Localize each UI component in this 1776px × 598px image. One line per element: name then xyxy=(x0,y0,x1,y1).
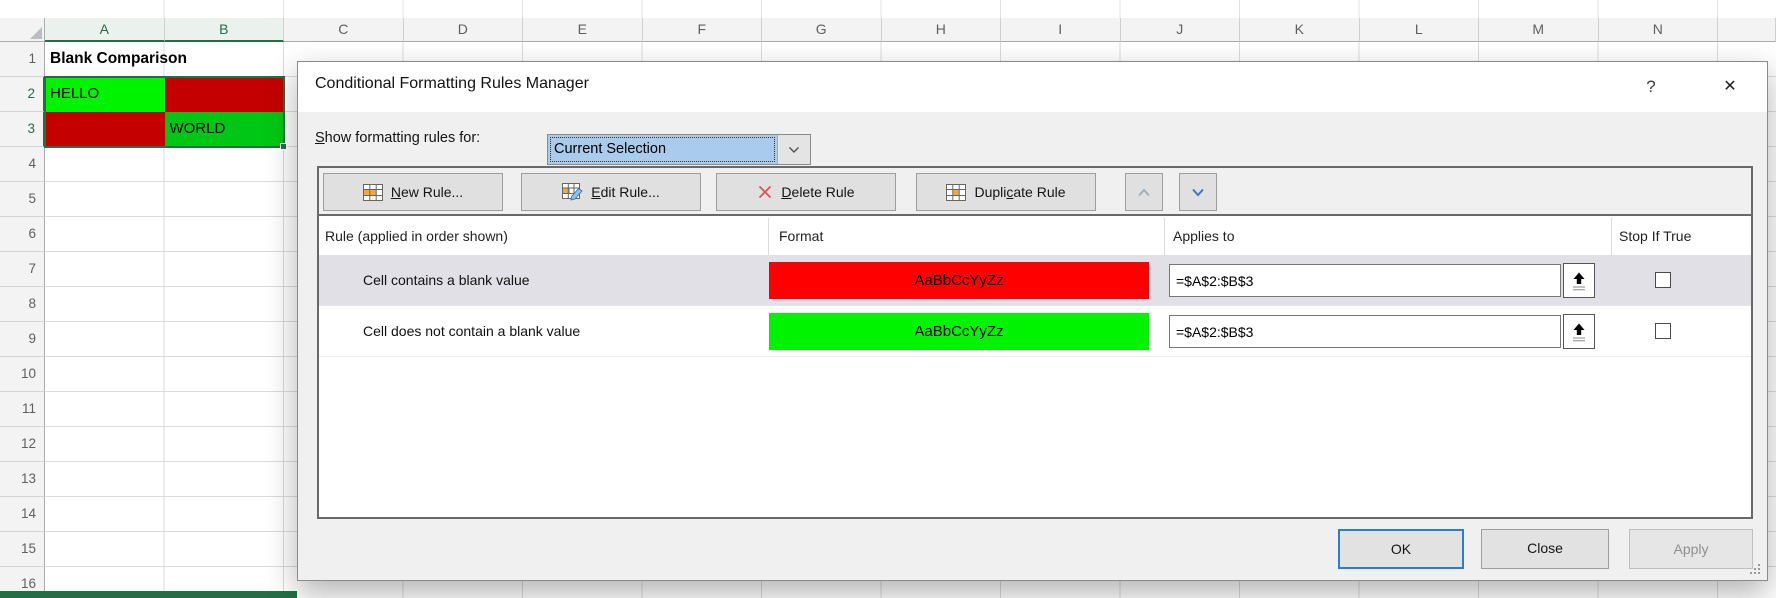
column-header-b[interactable]: B xyxy=(165,18,285,42)
column-header-j[interactable]: J xyxy=(1121,18,1241,42)
column-header-rule: Rule (applied in order shown) xyxy=(325,228,508,244)
row-header-10[interactable]: 10 xyxy=(0,357,45,392)
rule-name: Cell contains a blank value xyxy=(363,255,530,306)
formula-bar-edge xyxy=(45,0,1776,18)
column-header-a[interactable]: A xyxy=(45,18,165,42)
edit-rule-button[interactable]: Edit Rule... xyxy=(521,173,701,211)
delete-rule-x-icon xyxy=(757,184,773,200)
rule-name: Cell does not contain a blank value xyxy=(363,306,580,357)
column-header-n[interactable]: N xyxy=(1599,18,1719,42)
row-header-4[interactable]: 4 xyxy=(0,147,45,182)
column-header-i[interactable]: I xyxy=(1001,18,1121,42)
select-all-triangle-icon xyxy=(30,27,42,39)
rules-toolbar: New Rule... Edit Rule... Delete Rule Dup… xyxy=(319,168,1751,216)
rule-row-blank[interactable]: Cell contains a blank value AaBbCcYyZz xyxy=(319,255,1751,306)
column-header-applies-to: Applies to xyxy=(1173,228,1234,244)
column-headers: A B C D E F G H I J K L M N xyxy=(45,18,1776,42)
column-header-stop-if-true: Stop If True xyxy=(1619,228,1691,244)
apply-button[interactable]: Apply xyxy=(1629,529,1753,569)
column-header-format: Format xyxy=(779,228,823,244)
row-header-6[interactable]: 6 xyxy=(0,217,45,252)
format-preview: AaBbCcYyZz xyxy=(769,313,1149,350)
new-rule-label: New Rule... xyxy=(391,184,463,200)
stop-if-true-checkbox[interactable] xyxy=(1655,323,1671,339)
resize-grip[interactable] xyxy=(1750,564,1762,576)
chevron-down-icon xyxy=(1191,188,1205,197)
edit-rule-table-pencil-icon xyxy=(562,183,583,201)
row-header-7[interactable]: 7 xyxy=(0,252,45,287)
column-header-e[interactable]: E xyxy=(523,18,643,42)
conditional-formatting-rules-manager-dialog: Conditional Formatting Rules Manager ? ✕… xyxy=(297,61,1768,581)
row-header-13[interactable]: 13 xyxy=(0,462,45,497)
duplicate-rule-button[interactable]: Duplicate Rule xyxy=(916,173,1096,211)
select-all-corner[interactable] xyxy=(0,18,45,42)
row-header-2[interactable]: 2 xyxy=(0,77,45,112)
row-header-15[interactable]: 15 xyxy=(0,532,45,567)
rules-list: Rule (applied in order shown) Format App… xyxy=(319,218,1751,517)
applies-to-input[interactable] xyxy=(1169,264,1561,297)
delete-rule-label: Delete Rule xyxy=(781,184,854,200)
column-header-d[interactable]: D xyxy=(404,18,524,42)
dialog-titlebar: Conditional Formatting Rules Manager ? ✕ xyxy=(298,62,1767,112)
rule-row-not-blank[interactable]: Cell does not contain a blank value AaBb… xyxy=(319,306,1751,357)
duplicate-rule-table-icon xyxy=(946,184,966,201)
rules-for-combobox: Current Selection xyxy=(547,134,811,165)
row-header-8[interactable]: 8 xyxy=(0,287,45,322)
cell-a2[interactable]: HELLO xyxy=(45,77,165,112)
collapse-dialog-icon xyxy=(1570,271,1588,291)
applies-to-input[interactable] xyxy=(1169,315,1561,348)
new-rule-button[interactable]: New Rule... xyxy=(323,173,503,211)
column-header-k[interactable]: K xyxy=(1240,18,1360,42)
collapse-dialog-button[interactable] xyxy=(1563,263,1595,298)
rules-for-combobox-dropdown-button[interactable] xyxy=(777,135,810,164)
close-button[interactable]: Close xyxy=(1481,529,1609,569)
help-icon[interactable]: ? xyxy=(1634,71,1668,103)
row-header-12[interactable]: 12 xyxy=(0,427,45,462)
column-header-overflow xyxy=(1718,18,1776,42)
cell-b3[interactable]: WORLD xyxy=(165,112,285,147)
dialog-title: Conditional Formatting Rules Manager xyxy=(315,75,589,93)
close-icon[interactable]: ✕ xyxy=(1713,71,1747,103)
chevron-down-icon xyxy=(788,146,800,154)
row-headers: 1 2 3 4 5 6 7 8 9 10 11 12 13 14 15 16 xyxy=(0,42,45,598)
move-up-button[interactable] xyxy=(1125,173,1163,211)
edit-rule-label: Edit Rule... xyxy=(591,184,659,200)
column-separator xyxy=(768,218,769,255)
rules-frame: New Rule... Edit Rule... Delete Rule Dup… xyxy=(317,166,1753,519)
row-header-9[interactable]: 9 xyxy=(0,322,45,357)
move-down-button[interactable] xyxy=(1179,173,1217,211)
format-preview: AaBbCcYyZz xyxy=(769,262,1149,299)
row-header-3[interactable]: 3 xyxy=(0,112,45,147)
row-header-14[interactable]: 14 xyxy=(0,497,45,532)
chevron-up-icon xyxy=(1137,188,1151,197)
cell-b2[interactable] xyxy=(165,77,285,112)
column-header-m[interactable]: M xyxy=(1479,18,1599,42)
column-separator xyxy=(1611,218,1612,255)
new-rule-table-icon xyxy=(363,184,383,201)
excel-window: A B C D E F G H I J K L M N 1 2 3 4 5 6 … xyxy=(0,0,1776,598)
column-header-f[interactable]: F xyxy=(643,18,763,42)
row-header-5[interactable]: 5 xyxy=(0,182,45,217)
collapse-dialog-button[interactable] xyxy=(1563,314,1595,349)
row-header-1[interactable]: 1 xyxy=(0,42,45,77)
status-bar-fragment xyxy=(0,591,297,598)
stop-if-true-checkbox[interactable] xyxy=(1655,272,1671,288)
column-header-h[interactable]: H xyxy=(882,18,1002,42)
delete-rule-button[interactable]: Delete Rule xyxy=(716,173,896,211)
rules-for-combobox-value[interactable]: Current Selection xyxy=(548,135,777,164)
show-rules-label: Show formatting rules for: xyxy=(315,130,480,146)
column-header-c[interactable]: C xyxy=(284,18,404,42)
show-rules-label-accel: S xyxy=(315,130,325,146)
cell-a3[interactable] xyxy=(45,112,165,147)
show-rules-label-rest: how formatting rules for: xyxy=(325,130,481,146)
column-separator xyxy=(1164,218,1165,255)
column-header-g[interactable]: G xyxy=(762,18,882,42)
collapse-dialog-icon xyxy=(1570,322,1588,342)
cell-a1[interactable]: Blank Comparison xyxy=(45,42,284,77)
column-header-l[interactable]: L xyxy=(1360,18,1480,42)
duplicate-rule-label: Duplicate Rule xyxy=(974,184,1065,200)
row-header-11[interactable]: 11 xyxy=(0,392,45,427)
ok-button[interactable]: OK xyxy=(1338,529,1464,569)
